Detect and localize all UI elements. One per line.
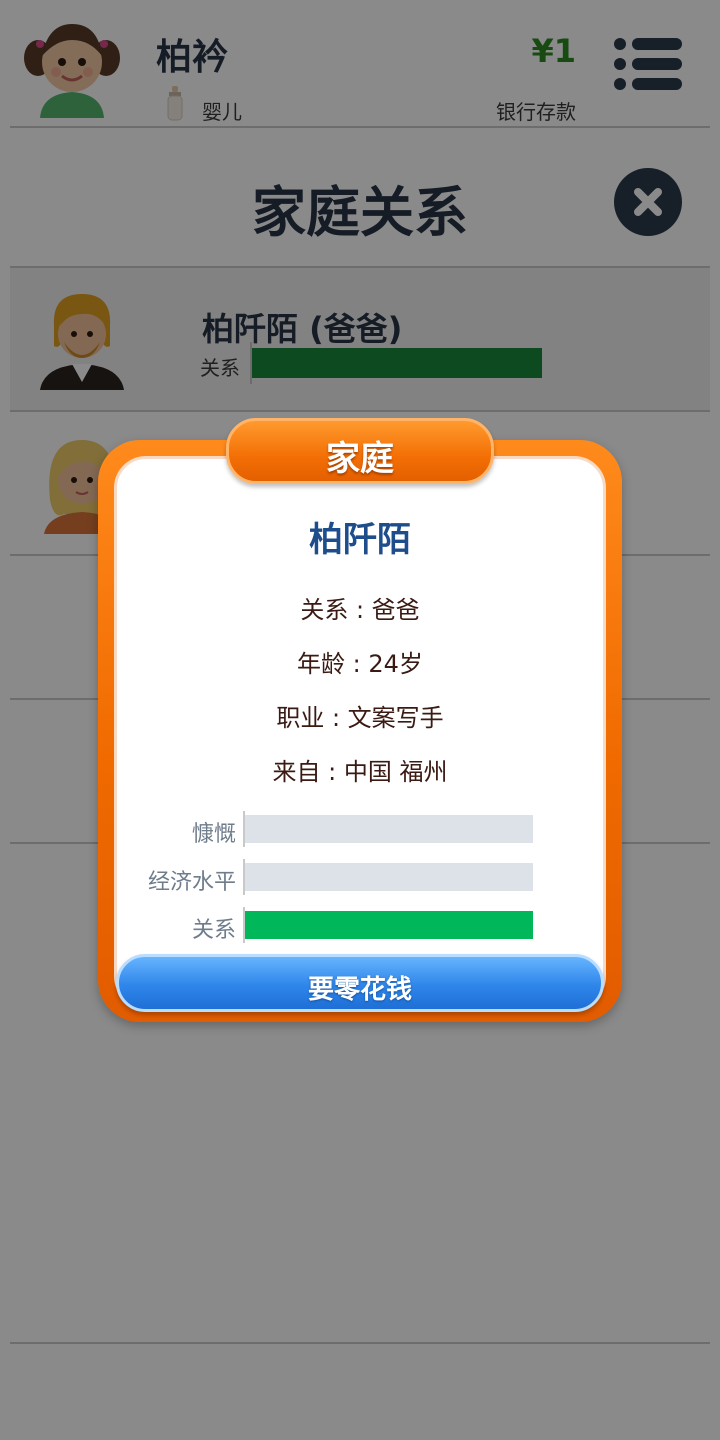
ask-pocket-money-button[interactable]: 要零花钱 bbox=[116, 954, 604, 1012]
stat-bar-fill bbox=[245, 911, 533, 939]
dialog-title: 家庭 bbox=[326, 439, 394, 479]
person-name: 柏阡陌 bbox=[309, 520, 411, 560]
age-line: 年龄 : 24岁 bbox=[297, 650, 423, 678]
stat-label-relation: 关系 bbox=[191, 918, 236, 943]
ask-pocket-money-label: 要零花钱 bbox=[307, 975, 412, 1005]
stat-bar-relation bbox=[243, 907, 533, 943]
bar-tick bbox=[243, 859, 245, 895]
stat-bar-wealth bbox=[243, 859, 533, 895]
from-line: 来自 : 中国 福州 bbox=[272, 758, 448, 786]
job-line: 职业 : 文案写手 bbox=[276, 704, 444, 732]
stat-label-generosity: 慷慨 bbox=[191, 822, 236, 847]
relation-line: 关系 : 爸爸 bbox=[300, 596, 420, 624]
dialog-title-tab: 家庭 bbox=[226, 418, 494, 484]
bar-tick bbox=[243, 811, 245, 847]
family-detail-dialog: 家庭 柏阡陌 关系 : 爸爸 年龄 : 24岁 职业 : 文案写手 来自 : 中… bbox=[98, 418, 622, 1022]
stat-label-wealth: 经济水平 bbox=[147, 870, 236, 895]
stat-bar-generosity bbox=[243, 811, 533, 847]
